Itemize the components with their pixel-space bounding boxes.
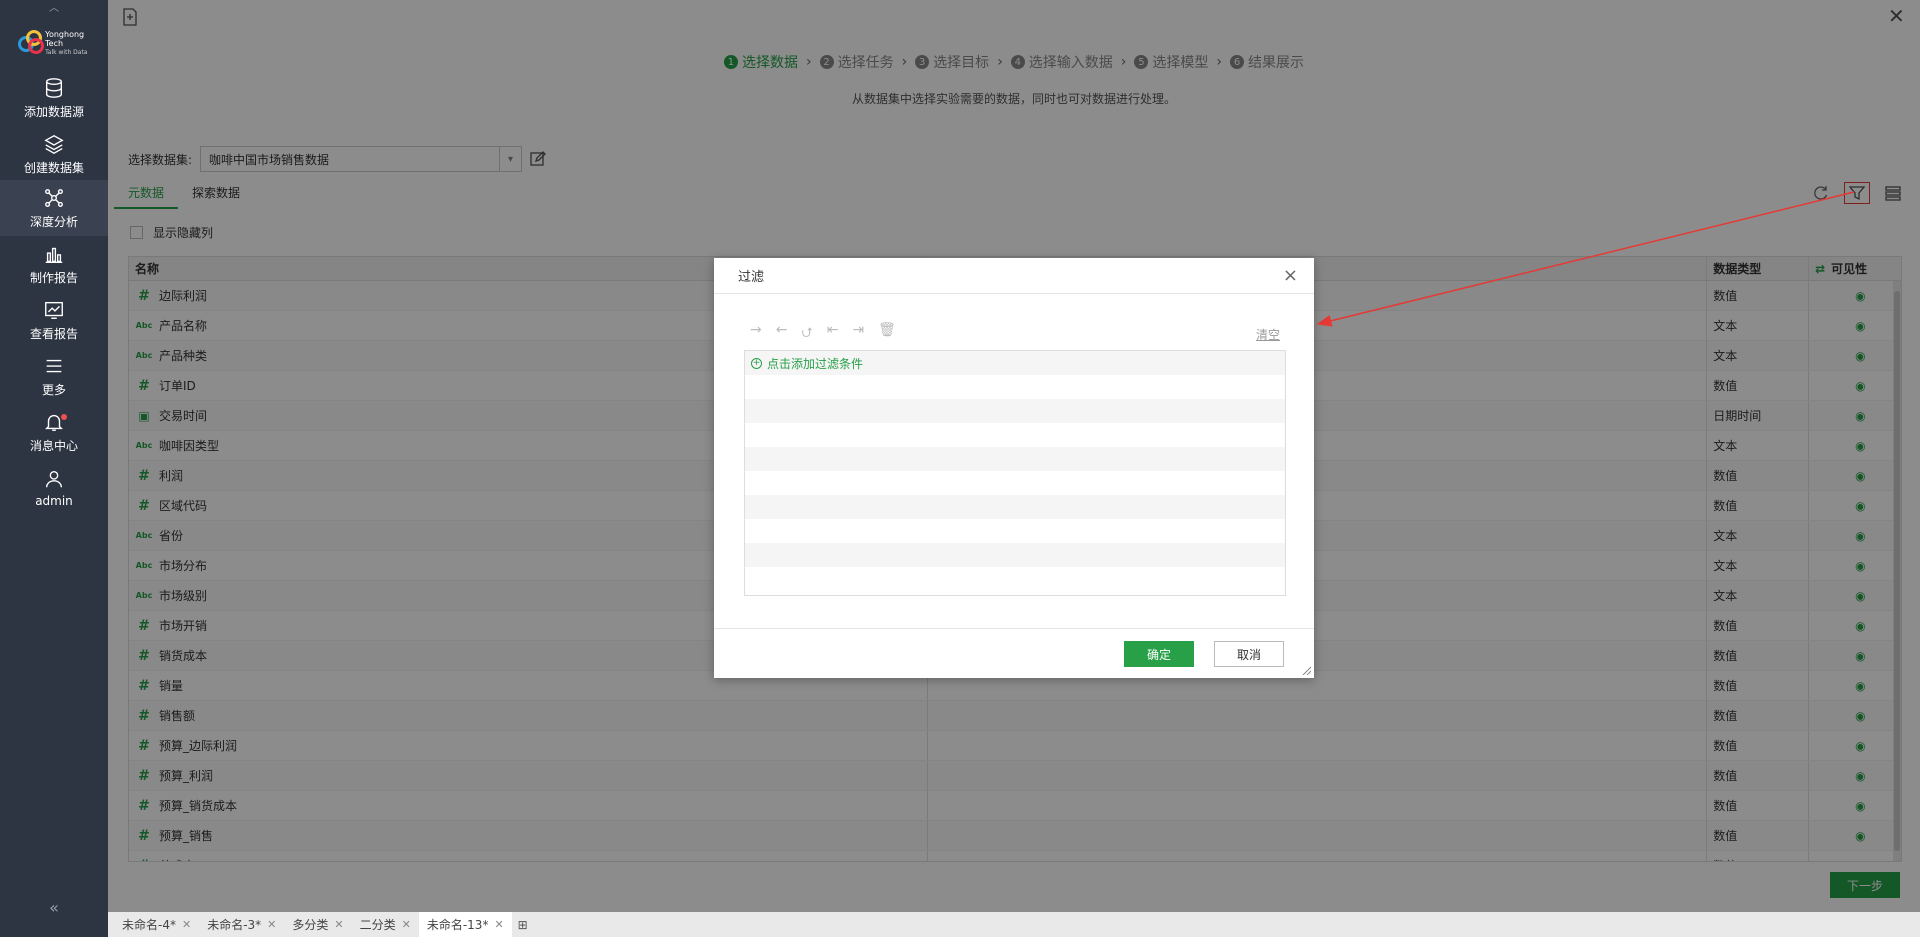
menu-icon — [46, 359, 62, 372]
nav-label: 更多 — [41, 382, 66, 397]
filter-dialog: 过滤 × → ← ⮍ ⇤ ⇥ 🗑 清空 + 点击添加过滤条件 确定 取消 — [714, 258, 1314, 678]
swap-icon[interactable]: ⮍ — [801, 322, 812, 346]
layers-icon — [44, 134, 64, 154]
condition-row — [745, 447, 1285, 471]
logo-rings-icon — [18, 30, 44, 56]
nav-label: admin — [35, 494, 73, 508]
nav-view-report[interactable]: 查看报告 — [0, 292, 108, 348]
document-tab[interactable]: 未命名-4* ✕ — [114, 912, 199, 937]
arrow-right-icon[interactable]: → — [750, 322, 762, 346]
plus-circle-icon: + — [751, 357, 762, 369]
user-icon — [45, 470, 63, 488]
condition-row — [745, 567, 1285, 591]
document-tab-label: 未命名-13* — [426, 918, 489, 932]
condition-row — [745, 375, 1285, 399]
notification-dot — [61, 414, 67, 420]
condition-row — [745, 495, 1285, 519]
document-tab-label: 二分类 — [359, 918, 396, 932]
database-icon — [45, 77, 63, 98]
dialog-title: 过滤 — [738, 270, 765, 285]
nav-user[interactable]: admin — [0, 460, 108, 516]
insert-after-icon[interactable]: ⇥ — [852, 322, 864, 346]
document-tab-label: 多分类 — [292, 918, 329, 932]
bar-chart-icon — [45, 247, 63, 263]
nav-label: 添加数据源 — [23, 104, 84, 119]
document-tab[interactable]: 多分类 ✕ — [284, 912, 351, 937]
confirm-button[interactable]: 确定 — [1124, 641, 1194, 667]
filter-toolbar: → ← ⮍ ⇤ ⇥ 🗑 — [750, 322, 896, 346]
document-tab[interactable]: 二分类 ✕ — [352, 912, 419, 937]
clear-link[interactable]: 清空 — [1256, 326, 1280, 343]
add-condition-row[interactable]: + 点击添加过滤条件 — [745, 351, 1285, 375]
close-icon[interactable]: ✕ — [267, 918, 276, 931]
condition-row — [745, 423, 1285, 447]
close-icon[interactable]: ✕ — [402, 918, 411, 931]
nav-label: 制作报告 — [29, 270, 78, 285]
close-icon[interactable]: ✕ — [494, 918, 503, 931]
document-tab-label: 未命名-4* — [122, 918, 176, 932]
cancel-button[interactable]: 取消 — [1214, 641, 1284, 667]
document-tab-label: 未命名-3* — [207, 918, 262, 932]
document-tab[interactable]: 未命名-13* ✕ — [418, 912, 512, 937]
add-condition-button[interactable]: + 点击添加过滤条件 — [751, 355, 863, 372]
line-chart-icon — [45, 301, 63, 319]
resize-handle-icon[interactable] — [1301, 665, 1311, 675]
logo: Yonghong Tech Talk with Data — [18, 26, 98, 60]
close-icon[interactable]: ✕ — [334, 918, 343, 931]
close-icon[interactable]: ✕ — [182, 918, 191, 931]
nav-label: 消息中心 — [29, 438, 78, 453]
sidebar: ︿ Yonghong Tech Talk with Data 添加数据源 创建数… — [0, 0, 108, 937]
nav-create-dataset[interactable]: 创建数据集 — [0, 126, 108, 182]
condition-list: + 点击添加过滤条件 — [744, 350, 1286, 596]
nav-message-center[interactable]: 消息中心 — [0, 404, 108, 460]
condition-row — [745, 543, 1285, 567]
condition-row — [745, 519, 1285, 543]
close-icon[interactable]: × — [1283, 265, 1298, 286]
network-icon — [45, 188, 63, 207]
nav-more[interactable]: 更多 — [0, 348, 108, 404]
logo-text: Yonghong Tech — [45, 29, 85, 48]
collapse-sidebar-icon[interactable]: « — [0, 898, 108, 917]
nav-deep-analysis[interactable]: 深度分析 — [0, 180, 108, 236]
arrow-left-icon[interactable]: ← — [776, 322, 788, 346]
document-tabs: 未命名-4* ✕ 未命名-3* ✕ 多分类 ✕ 二分类 ✕ 未命名-13* ✕ ⊞ — [108, 912, 1920, 937]
logo-tagline: Talk with Data — [45, 48, 88, 56]
add-document-icon[interactable]: ⊞ — [518, 918, 528, 932]
document-tab[interactable]: 未命名-3* ✕ — [199, 912, 284, 937]
nav-label: 创建数据集 — [23, 160, 84, 175]
dialog-header: 过滤 × — [714, 258, 1314, 294]
nav-add-datasource[interactable]: 添加数据源 — [0, 70, 108, 126]
trash-icon[interactable]: 🗑 — [878, 322, 896, 346]
condition-row — [745, 399, 1285, 423]
condition-row — [745, 471, 1285, 495]
nav-label: 查看报告 — [29, 326, 78, 341]
insert-before-icon[interactable]: ⇤ — [827, 322, 839, 346]
nav-make-report[interactable]: 制作报告 — [0, 236, 108, 292]
nav-label: 深度分析 — [29, 214, 78, 229]
dialog-footer: 确定 取消 — [714, 628, 1314, 678]
collapse-up-icon[interactable]: ︿ — [0, 0, 108, 14]
